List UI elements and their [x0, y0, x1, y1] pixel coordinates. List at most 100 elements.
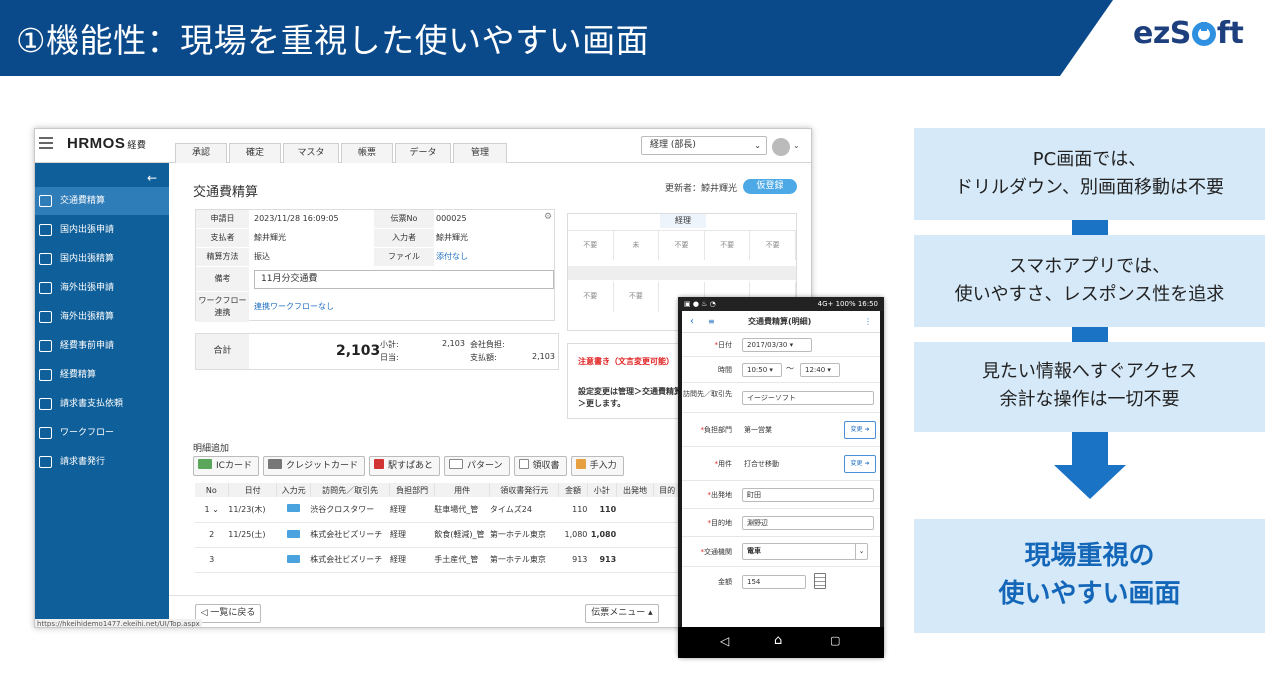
- receipt-icon: [518, 459, 529, 469]
- chevron-down-icon: ⌄: [754, 141, 761, 150]
- nav-back-icon[interactable]: ◁: [720, 634, 729, 648]
- chevron-down-icon: ⌄: [855, 544, 867, 559]
- page-title: 交通費精算: [193, 185, 259, 200]
- sidebar-item-pre-apply[interactable]: 経費事前申請: [35, 332, 169, 360]
- change-purpose-button[interactable]: 変更 ➜: [844, 455, 876, 473]
- sidebar-item-domestic-settle[interactable]: 国内出張精算: [35, 245, 169, 273]
- hamburger-icon[interactable]: [39, 137, 53, 151]
- ekispert-button[interactable]: 駅すぱあと: [368, 456, 440, 476]
- cell-subtotal: 913: [587, 547, 617, 573]
- tab-data-export[interactable]: データ出力: [395, 143, 451, 177]
- receipt-button[interactable]: 領収書: [513, 456, 567, 476]
- time-to-select[interactable]: 12:40 ▾: [800, 363, 840, 377]
- manual-input-button[interactable]: 手入力: [570, 456, 624, 476]
- field-label: 申請日: [196, 210, 249, 228]
- nav-recent-icon[interactable]: ▢: [830, 634, 840, 647]
- slip-menu-button[interactable]: 伝票メニュー ▴: [585, 604, 659, 623]
- subtotal-value: 2,103: [442, 339, 465, 348]
- sidebar-item-overseas-settle[interactable]: 海外出張精算: [35, 303, 169, 331]
- approval-header: 経理: [660, 214, 706, 228]
- notice-box: 注意書き（文言変更可能） 設定変更は管理＞交通費精算＞更します。: [567, 343, 687, 419]
- pattern-button[interactable]: パターン: [443, 456, 510, 476]
- bag-icon: [39, 224, 52, 236]
- change-dept-button[interactable]: 変更 ➜: [844, 421, 876, 439]
- column-header: 目的: [653, 483, 681, 497]
- credit-card-button[interactable]: クレジットカード: [262, 456, 365, 476]
- departure-input[interactable]: 町田: [742, 488, 874, 502]
- file-link[interactable]: 添付なし: [436, 248, 468, 266]
- nav-home-icon[interactable]: ⌂: [774, 633, 782, 648]
- transport-select[interactable]: 電車 ⌄: [742, 543, 868, 560]
- sidebar-item-transport[interactable]: 交通費精算: [35, 187, 169, 215]
- workflow-link[interactable]: 連携ワークフローなし: [254, 292, 334, 322]
- hand-icon: [575, 459, 586, 469]
- cell-no: 1 ⌄: [195, 497, 229, 523]
- avatar[interactable]: [772, 138, 790, 156]
- phone-field-label: *負担部門: [700, 426, 733, 434]
- column-header: 日付: [228, 483, 278, 497]
- cell-issuer: タイムズ24: [489, 497, 559, 523]
- approval-cell: 不要: [659, 231, 705, 260]
- sidebar: ← 交通費精算 国内出張申請 国内出張精算 海外出張申請 海外出張精算 経費事前…: [35, 163, 169, 627]
- table-row[interactable]: 3 株式会社ビズリーチ 経理 手土産代_管 第一ホテル東京 913 913: [195, 547, 681, 573]
- cell-subtotal: 110: [587, 497, 617, 523]
- destination-input[interactable]: 淵野辺: [742, 516, 874, 530]
- down-arrow-icon: [1072, 432, 1108, 466]
- tab-confirm[interactable]: 確定: [229, 143, 281, 163]
- list-icon[interactable]: ≡: [708, 311, 715, 333]
- phone-field-label: 金額: [718, 578, 732, 586]
- phone-field-label: 時間: [718, 366, 732, 374]
- method-value: 振込: [254, 252, 270, 261]
- updater-text: 更新者：鯨井輝光: [665, 184, 738, 194]
- slide-title: ①機能性：現場を重視した使いやすい画面: [16, 21, 650, 60]
- phone-app-bar: ‹ ≡ 交通費精算(明細) ⋮: [682, 311, 880, 333]
- tab-report[interactable]: 帳票: [341, 143, 393, 163]
- time-separator: 〜: [786, 364, 794, 373]
- sidebar-item-expense[interactable]: 経費精算: [35, 361, 169, 389]
- cell-amount: 1,080: [558, 522, 588, 548]
- table-row[interactable]: 1 ⌄ 11/23(木) 渋谷クロスタワー 経理 駐車場代_管 タイムズ24 1…: [195, 497, 681, 523]
- notice-title: 注意書き（文言変更可能）: [578, 357, 674, 366]
- back-to-list-button[interactable]: ◁ 一覧に戻る: [195, 604, 261, 623]
- tab-admin[interactable]: 管理: [453, 143, 507, 163]
- sidebar-item-domestic-apply[interactable]: 国内出張申請: [35, 216, 169, 244]
- column-header: No: [195, 483, 229, 497]
- phone-field-label: *出発地: [707, 491, 733, 499]
- collapse-arrow-icon[interactable]: ←: [147, 171, 157, 185]
- gear-icon[interactable]: ⚙: [544, 212, 552, 222]
- total-box: 合計 2,103 小計: 2,103 日当: 会社負担: 支払額: 2,103: [195, 333, 559, 370]
- ic-card-button[interactable]: ICカード: [193, 456, 259, 476]
- cell-amount: 110: [558, 497, 588, 523]
- visit-input[interactable]: イージーソフト: [742, 391, 874, 405]
- more-icon[interactable]: ⋮: [864, 311, 872, 333]
- calculator-icon: [39, 340, 52, 352]
- time-from-select[interactable]: 10:50 ▾: [742, 363, 782, 377]
- notice-message: 設定変更は管理＞交通費精算＞更します。: [578, 387, 682, 408]
- total-label: 合計: [196, 334, 249, 369]
- connector: [1072, 220, 1108, 235]
- note-input[interactable]: 11月分交通費: [254, 270, 554, 289]
- back-chevron-icon[interactable]: ‹: [690, 311, 694, 333]
- save-draft-button[interactable]: 仮登録: [743, 179, 797, 194]
- field-label: 支払者: [196, 229, 249, 247]
- down-arrow-head: [1054, 465, 1126, 499]
- cell-issuer: 第一ホテル東京: [489, 522, 559, 548]
- column-header: 入力元: [276, 483, 311, 497]
- date-select[interactable]: 2017/03/30 ▾: [742, 338, 812, 352]
- sidebar-item-invoice-pay[interactable]: 請求書支払依頼: [35, 390, 169, 418]
- dept-value: 第一営業: [744, 426, 772, 434]
- amount-input[interactable]: 154: [742, 575, 806, 589]
- sidebar-item-invoice-issue[interactable]: 請求書発行: [35, 448, 169, 476]
- tab-approve[interactable]: 承認: [175, 143, 227, 163]
- result-box: 現場重視の 使いやすい画面: [914, 519, 1265, 633]
- sidebar-item-workflow[interactable]: ワークフロー: [35, 419, 169, 447]
- tab-master[interactable]: マスター: [283, 143, 339, 177]
- approval-cell: 不要: [568, 231, 614, 260]
- sidebar-item-overseas-apply[interactable]: 海外出張申請: [35, 274, 169, 302]
- table-row[interactable]: 2 11/25(土) 株式会社ビズリーチ 経理 飲食(軽減)_管 第一ホテル東京…: [195, 522, 681, 548]
- chevron-down-icon[interactable]: ⌄: [793, 141, 800, 150]
- role-select[interactable]: 経理 (部長) ⌄: [641, 136, 767, 155]
- calculator-icon[interactable]: [814, 573, 826, 589]
- total-value: 2,103: [336, 343, 381, 359]
- pc-topbar: HRMOS経費 承認 確定 マスター 帳票 データ出力 管理 経理 (部長)⌄ …: [35, 129, 811, 177]
